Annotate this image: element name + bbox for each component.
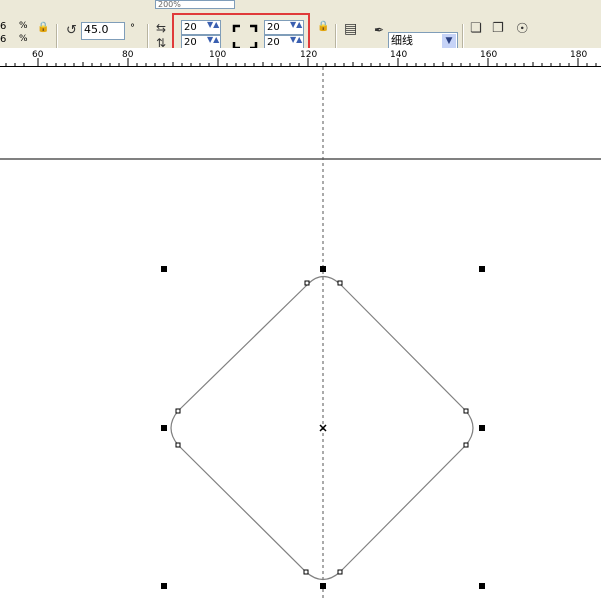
convert-to-curves-icon[interactable]: ☉ [516,22,529,36]
percent-sign-y: % [19,34,28,44]
corner-node[interactable] [303,569,309,575]
ruler-label: 160 [480,50,498,60]
corner-node[interactable] [463,442,469,448]
ruler-label: 80 [122,50,134,60]
scale-x-value[interactable]: 6 [0,22,6,32]
center-marker-icon[interactable] [319,424,327,432]
ruler-label: 180 [570,50,588,60]
chevron-down-icon[interactable]: ▼ [442,34,456,48]
lock-icon[interactable]: 🔒 [317,21,329,33]
corner-node[interactable] [337,280,343,286]
mirror-horizontal-icon[interactable]: ⇆ [156,22,166,34]
corner-node[interactable] [175,442,181,448]
corner-node[interactable] [175,408,181,414]
selection-handle[interactable] [320,266,326,272]
scale-y-value[interactable]: 6 [0,35,6,45]
selection-handle[interactable] [161,266,167,272]
lock-icon[interactable]: 🔒 [37,22,49,34]
selection-handle[interactable] [479,583,485,589]
outline-width-value: 细线 [391,34,413,47]
selection-handle[interactable] [320,583,326,589]
drawing-canvas[interactable] [0,67,601,598]
rotate-icon: ↺ [66,23,77,38]
selection-handle[interactable] [161,583,167,589]
ruler-label: 140 [390,50,408,60]
corner-node[interactable] [304,280,310,286]
ruler-label: 60 [32,50,44,60]
ruler-label: 120 [300,50,318,60]
selection-handle[interactable] [479,266,485,272]
pen-icon: ✒ [374,23,385,37]
ruler-label: 100 [209,50,227,60]
selection-handle[interactable] [479,425,485,431]
zoom-field[interactable]: 200% [155,0,235,9]
to-back-icon[interactable]: ❐ [492,22,504,35]
selection-handle[interactable] [161,425,167,431]
to-front-icon[interactable]: ❏ [470,22,482,35]
corner-node[interactable] [463,408,469,414]
wrap-text-icon[interactable]: ▤ [344,22,357,36]
corner-node[interactable] [337,569,343,575]
percent-sign-x: % [19,21,28,31]
rotation-angle-input[interactable]: 45.0 [81,22,125,40]
menu-strip: 200% [0,0,601,10]
degree-symbol: ° [130,23,135,34]
